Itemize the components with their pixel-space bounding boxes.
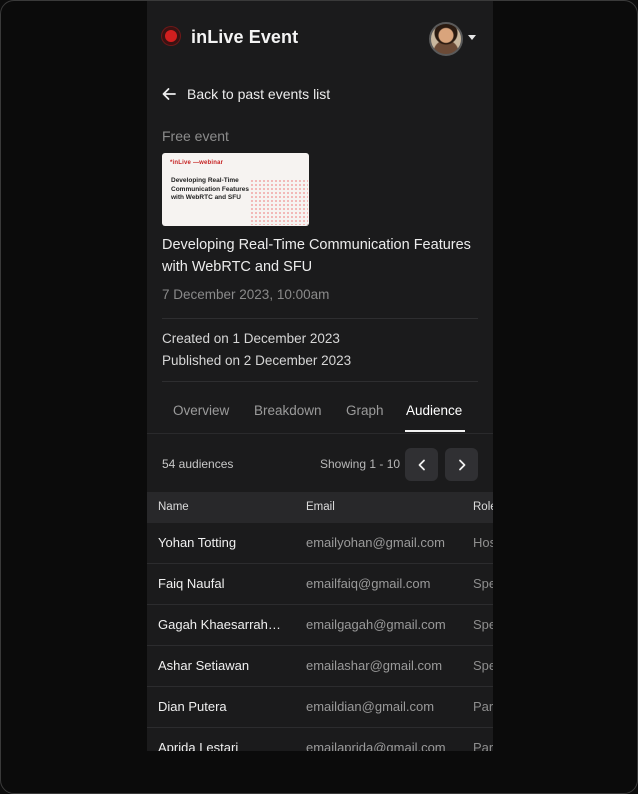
event-created-date: Created on 1 December 2023: [162, 331, 340, 346]
active-tab-indicator: [405, 430, 465, 432]
table-row[interactable]: Yohan Totting emailyohan@gmail.com Host: [147, 523, 493, 564]
audience-role: Host: [473, 535, 493, 550]
audience-role: Speaker: [473, 617, 493, 632]
caret-down-icon[interactable]: [468, 35, 476, 40]
event-price-label: Free event: [162, 128, 229, 144]
event-thumbnail: *inLive —webinar Developing Real-Time Co…: [162, 153, 309, 226]
chevron-right-icon: [458, 459, 465, 470]
chevron-left-icon: [418, 459, 425, 470]
thumbnail-title: Developing Real-Time Communication Featu…: [171, 177, 250, 201]
thumbnail-brand: *inLive —webinar: [170, 160, 224, 166]
audience-name: Dian Putera: [158, 699, 227, 714]
table-header: Name Email Role: [147, 492, 493, 523]
audience-count: 54 audiences: [162, 457, 234, 471]
next-page-button[interactable]: [445, 448, 478, 481]
audience-role: Speaker: [473, 658, 493, 673]
audience-role: Speaker: [473, 576, 493, 591]
audience-email: emailashar@gmail.com: [306, 658, 443, 673]
column-header-email[interactable]: Email: [306, 501, 335, 513]
column-header-name[interactable]: Name: [158, 501, 189, 513]
pagination-range: Showing 1 - 10: [320, 457, 401, 471]
audience-table: Name Email Role Yohan Totting emailyohan…: [147, 492, 493, 751]
back-to-events-link[interactable]: Back to past events list: [161, 84, 330, 104]
table-row[interactable]: Dian Putera emaildian@gmail.com Particip…: [147, 687, 493, 728]
audience-email: emailfaiq@gmail.com: [306, 576, 431, 591]
audience-email: emailaprida@gmail.com: [306, 740, 446, 751]
tab-graph[interactable]: Graph: [346, 403, 384, 418]
divider: [162, 381, 478, 382]
audience-role: Participant: [473, 740, 493, 751]
audience-name: Gagah Khaesarrahman: [158, 617, 290, 632]
table-row[interactable]: Gagah Khaesarrahman emailgagah@gmail.com…: [147, 605, 493, 646]
app-title: inLive Event: [191, 27, 299, 47]
audience-name: Yohan Totting: [158, 535, 237, 550]
tab-breakdown[interactable]: Breakdown: [254, 403, 322, 418]
event-datetime: 7 December 2023, 10:00am: [162, 287, 330, 302]
table-row[interactable]: Aprida Lestari emailaprida@gmail.com Par…: [147, 728, 493, 751]
table-row[interactable]: Faiq Naufal emailfaiq@gmail.com Speaker: [147, 564, 493, 605]
event-tabs: Overview Breakdown Graph Audience: [147, 393, 493, 434]
back-link-label: Back to past events list: [187, 86, 331, 102]
app-header: inLive Event: [147, 1, 493, 75]
audience-name: Ashar Setiawan: [158, 658, 250, 673]
audience-email: emaildian@gmail.com: [306, 699, 435, 714]
record-dot-icon: [165, 30, 177, 42]
tab-overview[interactable]: Overview: [173, 403, 229, 418]
tab-audience[interactable]: Audience: [406, 403, 462, 418]
event-title: Developing Real-Time Communication Featu…: [162, 237, 471, 275]
audience-role: Participant: [473, 699, 493, 714]
prev-page-button[interactable]: [405, 448, 438, 481]
audience-email: emailyohan@gmail.com: [306, 535, 445, 550]
arrow-left-icon: [162, 88, 176, 100]
column-header-role[interactable]: Role: [473, 501, 493, 513]
audience-name: Faiq Naufal: [158, 576, 225, 591]
device-frame: inLive Event Back to past events list Fr…: [0, 0, 638, 794]
table-row[interactable]: Ashar Setiawan emailashar@gmail.com Spea…: [147, 646, 493, 687]
audience-name: Aprida Lestari: [158, 740, 239, 751]
audience-email: emailgagah@gmail.com: [306, 617, 446, 632]
user-avatar[interactable]: [429, 22, 463, 56]
divider: [162, 318, 478, 319]
app-screen: inLive Event Back to past events list Fr…: [147, 1, 493, 751]
event-published-date: Published on 2 December 2023: [162, 353, 352, 368]
